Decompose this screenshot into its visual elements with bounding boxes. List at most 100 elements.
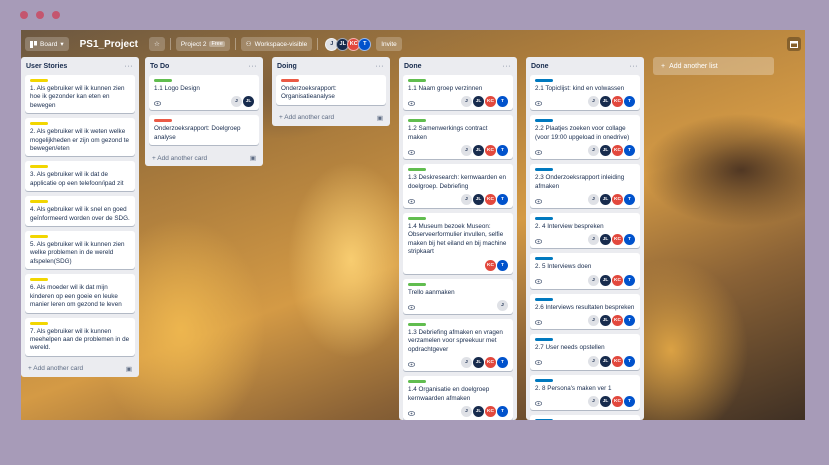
member-avatar[interactable]: T [624, 355, 635, 367]
card-label[interactable] [30, 122, 48, 126]
card-label[interactable] [535, 338, 553, 342]
card[interactable]: 1. Als gebruiker wil ik kunnen zien hoe … [25, 75, 135, 114]
card-label[interactable] [408, 282, 426, 286]
card-label[interactable] [535, 257, 553, 261]
calendar-button[interactable] [787, 37, 801, 51]
list-header[interactable]: User Stories ··· [25, 57, 135, 75]
card-label[interactable] [535, 79, 553, 82]
member-avatar[interactable]: KC [612, 274, 623, 286]
card-template-icon[interactable]: ▣ [250, 154, 256, 162]
member-avatar[interactable]: J [588, 315, 599, 327]
card-label[interactable] [408, 119, 426, 123]
card-label[interactable] [408, 217, 426, 221]
member-avatar[interactable]: J [588, 274, 599, 286]
member-avatar[interactable]: J [588, 96, 599, 108]
card-label[interactable] [535, 119, 553, 123]
member-avatar[interactable]: J [588, 194, 599, 206]
member-avatar[interactable]: KC [485, 406, 496, 418]
member-avatar[interactable]: KC [612, 315, 623, 327]
card[interactable]: 2.9 Definitieve persona's makenJJLKCT [530, 415, 640, 420]
card-label[interactable] [154, 79, 172, 82]
board-menu-button[interactable]: Board ▾ [25, 37, 69, 51]
card[interactable]: 1.1 Logo Design J JL [149, 75, 259, 111]
member-avatar[interactable]: T [624, 274, 635, 286]
card-template-icon[interactable]: ▣ [126, 365, 132, 373]
card-label[interactable] [154, 119, 172, 123]
card[interactable]: 2. 5 Interviews doen J JL KC T [530, 253, 640, 289]
card-label[interactable] [281, 79, 299, 82]
member-avatar[interactable]: J [461, 96, 472, 108]
window-dot[interactable] [36, 11, 44, 19]
member-avatar[interactable]: KC [485, 357, 496, 369]
member-avatar[interactable]: T [497, 145, 508, 157]
add-list-button[interactable]: + Add another list [653, 57, 774, 75]
card[interactable]: 1.3 Debriefing afmaken en vragen verzame… [403, 319, 513, 372]
card-label[interactable] [535, 297, 553, 301]
card[interactable]: 2.6 Interviews resultaten bespreken J JL KC… [530, 293, 640, 330]
card[interactable]: 2.1 Topiclijst: kind en volwassen J JL KC T [530, 75, 640, 111]
member-avatar[interactable]: JL [600, 194, 611, 206]
member-avatar[interactable]: T [624, 396, 635, 408]
member-avatar[interactable]: T [497, 194, 508, 206]
member-avatar[interactable]: KC [612, 145, 623, 157]
member-avatar[interactable]: J [588, 396, 599, 408]
member-avatar[interactable]: KC [612, 96, 623, 108]
card[interactable]: 1.2 Samenwerkings contract maken J JL KC T [403, 115, 513, 160]
team-button[interactable]: Project 2 Free [175, 37, 230, 51]
member-avatar[interactable]: J [588, 234, 599, 246]
member-avatar[interactable]: J [231, 96, 242, 108]
card-label[interactable] [535, 168, 553, 172]
more-icon[interactable]: ··· [249, 63, 258, 70]
list-title[interactable]: Done [531, 63, 549, 70]
card[interactable]: Trello aanmaken J [403, 278, 513, 315]
card[interactable]: 1.4 Museum bezoek Museon: Observeerformu… [403, 213, 513, 274]
member-avatar[interactable]: JL [600, 355, 611, 367]
member-avatar[interactable]: J [461, 406, 472, 418]
card[interactable]: 1.3 Deskresearch: kernwaarden en doelgro… [403, 164, 513, 209]
card[interactable]: 4. Als gebruiker wil ik snel en goed geï… [25, 196, 135, 227]
member-avatar[interactable]: T [624, 315, 635, 327]
card-template-icon[interactable]: ▣ [377, 114, 383, 122]
member-avatar[interactable]: KC [612, 234, 623, 246]
member-avatar[interactable]: T [497, 96, 508, 108]
list-title[interactable]: User Stories [26, 63, 67, 70]
card[interactable]: 5. Als gebruiker wil ik kunnen zien welk… [25, 231, 135, 270]
member-avatar[interactable]: KC [485, 194, 496, 206]
member-avatar[interactable]: JL [473, 96, 484, 108]
member-avatar[interactable]: JL [473, 145, 484, 157]
member-avatar[interactable]: KC [612, 355, 623, 367]
card-label[interactable] [30, 278, 48, 282]
more-icon[interactable]: ··· [630, 63, 639, 70]
card-label[interactable] [408, 380, 426, 384]
card[interactable]: 1.1 Naam groep verzinnen J JL KC T [403, 75, 513, 111]
member-avatar[interactable]: T [358, 37, 372, 51]
card-label[interactable] [408, 168, 426, 172]
list-header[interactable]: Done ··· [530, 57, 640, 75]
list-header[interactable]: To Do ··· [149, 57, 259, 75]
member-avatar[interactable]: J [461, 194, 472, 206]
add-card-button[interactable]: + Add another card ▣ [276, 110, 386, 126]
member-avatar[interactable]: T [497, 357, 508, 369]
member-avatar[interactable]: KC [612, 396, 623, 408]
member-avatar[interactable]: JL [600, 274, 611, 286]
card-label[interactable] [30, 79, 48, 82]
member-avatar[interactable]: J [588, 145, 599, 157]
card-label[interactable] [30, 165, 48, 169]
visibility-button[interactable]: ⚇ Workspace-visible [240, 37, 313, 51]
member-avatar[interactable]: J [588, 355, 599, 367]
card[interactable]: 7. Als gebruiker wil ik kunnen meehelpen… [25, 317, 135, 356]
member-avatar[interactable]: T [497, 259, 508, 271]
member-avatar[interactable]: J [461, 145, 472, 157]
member-avatar[interactable]: JL [473, 194, 484, 206]
window-dot[interactable] [52, 11, 60, 19]
list-title[interactable]: Done [404, 63, 422, 70]
more-icon[interactable]: ··· [376, 63, 385, 70]
member-avatar[interactable]: T [624, 234, 635, 246]
card[interactable]: 6. Als moeder wil ik dat mijn kinderen o… [25, 274, 135, 313]
member-avatar[interactable]: T [624, 145, 635, 157]
member-avatar[interactable]: T [497, 406, 508, 418]
card[interactable]: 2.3 Onderzoeksrapport inleiding afmaken J… [530, 164, 640, 209]
card-label[interactable] [408, 79, 426, 82]
card[interactable]: 2.2 Plaatjes zoeken voor collage (voor 1… [530, 115, 640, 160]
add-card-button[interactable]: + Add another card ▣ [25, 361, 135, 377]
